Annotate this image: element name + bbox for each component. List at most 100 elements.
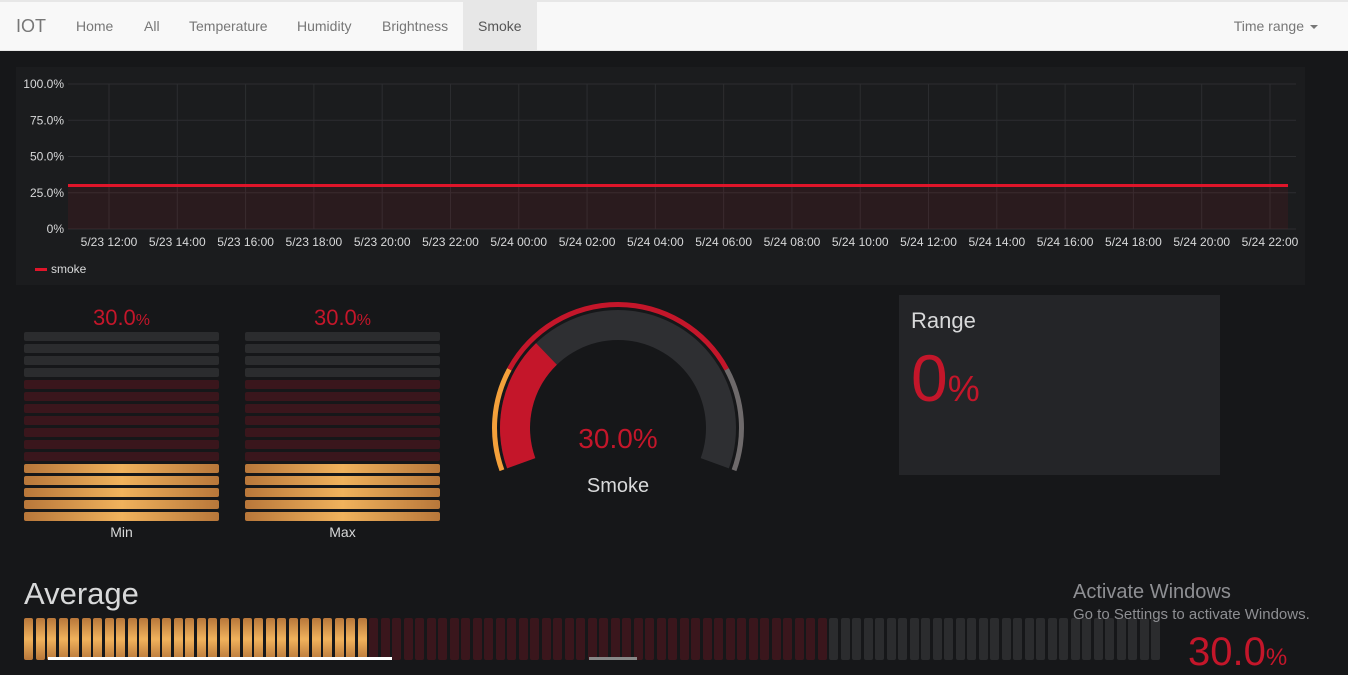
gauge-value: 30.0% xyxy=(578,423,658,454)
average-bar-cell xyxy=(150,618,160,660)
average-bar-cell xyxy=(656,618,666,660)
average-bar-cell xyxy=(162,618,171,660)
range-value: 0% xyxy=(911,340,980,416)
max-label: Max xyxy=(329,524,356,540)
average-bar-cell xyxy=(955,618,965,660)
range-value-number: 0 xyxy=(911,341,948,415)
average-bar-cell xyxy=(1128,618,1137,660)
average-bar-cell xyxy=(254,618,263,660)
bar-cell xyxy=(24,416,219,425)
y-tick-label: 50.0% xyxy=(30,150,64,164)
nav-home[interactable]: Home xyxy=(61,2,128,51)
bar-cell xyxy=(245,464,440,473)
average-bar-cell xyxy=(875,618,884,660)
x-tick-label: 5/23 12:00 xyxy=(81,235,138,249)
average-bar-cell xyxy=(357,618,367,660)
x-tick-label: 5/24 14:00 xyxy=(968,235,1025,249)
min-label: Min xyxy=(110,524,133,540)
bar-cell xyxy=(245,344,440,353)
average-bar-cell xyxy=(737,618,746,660)
average-bar-cell xyxy=(771,618,781,660)
bar-cell xyxy=(24,392,219,401)
average-bar-cell xyxy=(415,618,424,660)
bar-cell xyxy=(24,368,219,377)
average-bar-cell xyxy=(507,618,516,660)
average-bar-cell xyxy=(116,618,125,660)
average-bar-cell xyxy=(495,618,505,660)
average-bar-cell xyxy=(725,618,735,660)
average-bar-cell xyxy=(35,618,45,660)
min-bars xyxy=(24,332,219,521)
x-tick-label: 5/24 02:00 xyxy=(559,235,616,249)
average-bar-cell xyxy=(1070,618,1080,660)
nav-brightness[interactable]: Brightness xyxy=(367,2,463,51)
average-bar-cell xyxy=(70,618,79,660)
bar-cell xyxy=(245,356,440,365)
min-value-number: 30.0 xyxy=(92,305,136,330)
average-bar-cell xyxy=(886,618,896,660)
bar-cell xyxy=(24,332,219,341)
range-panel: Range 0% xyxy=(899,295,1220,475)
average-bar-cell xyxy=(702,618,712,660)
average-bar-cell xyxy=(1024,618,1034,660)
bar-cell xyxy=(24,488,219,497)
smoke-graph-panel: 5/23 12:00 5/23 14:00 5/23 16:00 5/23 18:00… xyxy=(16,67,1305,285)
average-bar-cell xyxy=(587,618,597,660)
average-bar-cell xyxy=(1013,618,1022,660)
average-bar-cell xyxy=(783,618,792,660)
average-bar-cell xyxy=(932,618,942,660)
bar-cell xyxy=(245,380,440,389)
average-bar-cell xyxy=(93,618,102,660)
y-tick-label: 25.0% xyxy=(30,186,64,200)
x-tick-label: 5/24 12:00 xyxy=(900,235,957,249)
bar-cell xyxy=(245,368,440,377)
nav-smoke[interactable]: Smoke xyxy=(463,2,537,51)
nav-temperature[interactable]: Temperature xyxy=(174,2,283,51)
average-bars xyxy=(24,618,1164,660)
average-bar-cell xyxy=(541,618,551,660)
average-bar-cell xyxy=(265,618,275,660)
average-bar-cell xyxy=(1082,618,1091,660)
average-bar-cell xyxy=(300,618,309,660)
x-tick-label: 5/23 20:00 xyxy=(354,235,411,249)
graph-legend[interactable]: smoke xyxy=(35,262,86,276)
average-title: Average xyxy=(24,576,139,611)
average-bar-cell xyxy=(817,618,827,660)
max-value-unit: % xyxy=(356,312,372,329)
watermark-subtitle: Go to Settings to activate Windows. xyxy=(1073,606,1310,623)
average-bar-cell xyxy=(863,618,873,660)
x-tick-label: 5/24 00:00 xyxy=(490,235,547,249)
average-bar-cell xyxy=(794,618,804,660)
average-bar-cell xyxy=(668,618,677,660)
brand[interactable]: IOT xyxy=(16,16,46,37)
bar-cell xyxy=(24,344,219,353)
average-bar-cell xyxy=(277,618,286,660)
average-bar-cell xyxy=(978,618,988,660)
average-bar-cell xyxy=(127,618,137,660)
x-tick-label: 5/24 20:00 xyxy=(1173,235,1230,249)
x-tick-label: 5/24 08:00 xyxy=(764,235,821,249)
min-bar-gauge: 30.0% Min xyxy=(24,305,219,540)
gauge-arc xyxy=(492,302,744,472)
bar-cell xyxy=(245,452,440,461)
average-bar-cell xyxy=(208,618,217,660)
average-bar-cell xyxy=(967,618,976,660)
nav-humidity[interactable]: Humidity xyxy=(282,2,366,51)
bar-cell xyxy=(245,332,440,341)
legend-swatch xyxy=(35,268,47,272)
watermark-title: Activate Windows xyxy=(1073,581,1231,603)
average-bar-cell xyxy=(944,618,953,660)
average-value-number: 30.0 xyxy=(1188,630,1266,674)
average-bar-cell xyxy=(380,618,390,660)
nav-all[interactable]: All xyxy=(129,2,175,51)
time-range-dropdown[interactable]: Time range xyxy=(1234,2,1318,51)
smoke-gauge: 30.0% Smoke xyxy=(490,300,746,500)
average-bar-cell xyxy=(645,618,654,660)
average-bar-cell xyxy=(530,618,539,660)
average-bar-cell xyxy=(334,618,344,660)
average-bar-cell xyxy=(679,618,689,660)
top-navbar: IOT Home All Temperature Humidity Bright… xyxy=(0,0,1348,51)
average-bar-cell xyxy=(242,618,252,660)
average-bar-cell xyxy=(748,618,758,660)
max-value: 30.0% xyxy=(245,305,440,331)
